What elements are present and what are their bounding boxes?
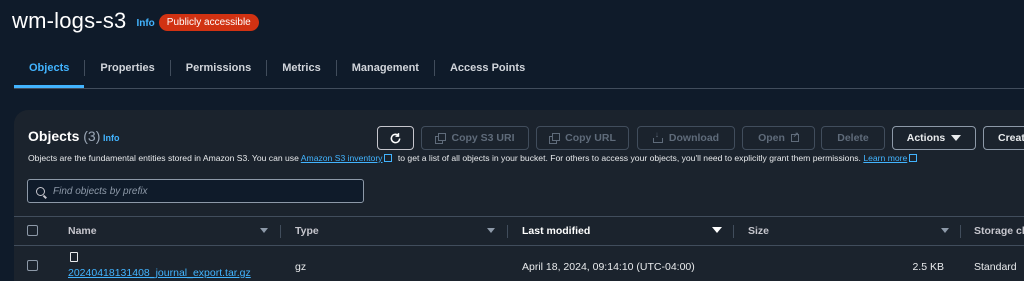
copy-url-label: Copy URL	[565, 132, 616, 144]
external-link-icon	[790, 131, 799, 142]
column-header-last-modified[interactable]: Last modified	[522, 217, 590, 245]
object-name-link[interactable]: 20240418131408_journal_export.tar.gz	[68, 267, 251, 279]
sort-descending-icon[interactable]	[712, 227, 722, 233]
description-text-1: Objects are the fundamental entities sto…	[28, 153, 301, 163]
objects-title: Objects	[28, 128, 80, 144]
sort-icon[interactable]	[487, 228, 495, 233]
search-input[interactable]	[53, 185, 353, 197]
sort-icon[interactable]	[260, 228, 268, 233]
refresh-button[interactable]	[377, 126, 414, 150]
file-icon	[70, 252, 78, 262]
description-text-2: to get a list of all objects in your buc…	[395, 153, 864, 163]
learn-more-link[interactable]: Learn more	[863, 153, 907, 163]
column-header-type[interactable]: Type	[295, 217, 319, 245]
select-all-checkbox[interactable]	[27, 225, 38, 236]
actions-dropdown[interactable]: Actions	[892, 126, 976, 150]
column-resizer[interactable]	[960, 225, 961, 238]
open-label: Open	[758, 132, 785, 144]
row-checkbox[interactable]	[27, 260, 38, 271]
table-row: 20240418131408_journal_export.tar.gz gz …	[14, 246, 1024, 281]
inventory-link[interactable]: Amazon S3 inventory	[301, 153, 383, 163]
column-header-size[interactable]: Size	[748, 217, 769, 245]
copy-url-button[interactable]: Copy URL	[536, 126, 629, 150]
column-resizer[interactable]	[280, 225, 281, 238]
bucket-title: wm-logs-s3	[12, 8, 127, 33]
sort-icon[interactable]	[941, 228, 949, 233]
external-link-icon	[909, 154, 918, 162]
open-button[interactable]: Open	[742, 126, 815, 150]
delete-label: Delete	[837, 132, 869, 144]
bucket-tabs: Objects Properties Permissions Metrics M…	[14, 48, 540, 88]
objects-heading: Objects (3)	[28, 128, 100, 144]
tab-objects[interactable]: Objects	[14, 48, 85, 88]
objects-description: Objects are the fundamental entities sto…	[28, 153, 920, 163]
table-header: Name Type Last modified Size Storage cl	[14, 216, 1024, 246]
tab-metrics[interactable]: Metrics	[267, 48, 336, 88]
objects-info-link[interactable]: Info	[103, 133, 120, 143]
copy-icon	[549, 133, 561, 144]
tab-access-points[interactable]: Access Points	[435, 48, 540, 88]
column-resizer[interactable]	[733, 225, 734, 238]
column-header-name[interactable]: Name	[68, 217, 97, 245]
copy-icon	[435, 133, 447, 144]
objects-count: (3)	[83, 128, 101, 144]
bucket-header: wm-logs-s3 Info Publicly accessible	[12, 6, 259, 36]
copy-s3-uri-label: Copy S3 URI	[451, 132, 515, 144]
delete-button[interactable]: Delete	[821, 126, 885, 150]
object-type: gz	[295, 261, 307, 273]
copy-s3-uri-button[interactable]: Copy S3 URI	[421, 126, 529, 150]
search-icon	[36, 186, 45, 196]
create-label: Creat	[998, 132, 1024, 144]
column-header-storage-class[interactable]: Storage cl	[974, 217, 1024, 245]
tab-properties[interactable]: Properties	[85, 48, 169, 88]
tabs-divider-line	[14, 88, 1024, 89]
bucket-info-link[interactable]: Info	[136, 18, 154, 29]
tab-permissions[interactable]: Permissions	[171, 48, 266, 88]
refresh-icon	[390, 132, 401, 143]
tab-management[interactable]: Management	[337, 48, 434, 88]
caret-down-icon	[951, 135, 962, 141]
external-link-icon	[384, 154, 393, 162]
column-resizer[interactable]	[507, 225, 508, 238]
object-storage-class: Standard	[974, 261, 1017, 273]
download-button[interactable]: Download	[637, 126, 735, 150]
download-icon	[652, 130, 663, 143]
public-access-badge: Publicly accessible	[158, 13, 259, 31]
object-last-modified: April 18, 2024, 09:14:10 (UTC-04:00)	[522, 261, 695, 273]
search-box	[27, 179, 364, 203]
download-label: Download	[668, 132, 720, 144]
actions-label: Actions	[906, 132, 946, 144]
object-size: 2.5 KB	[912, 261, 944, 273]
create-folder-button[interactable]: Creat	[983, 126, 1024, 150]
